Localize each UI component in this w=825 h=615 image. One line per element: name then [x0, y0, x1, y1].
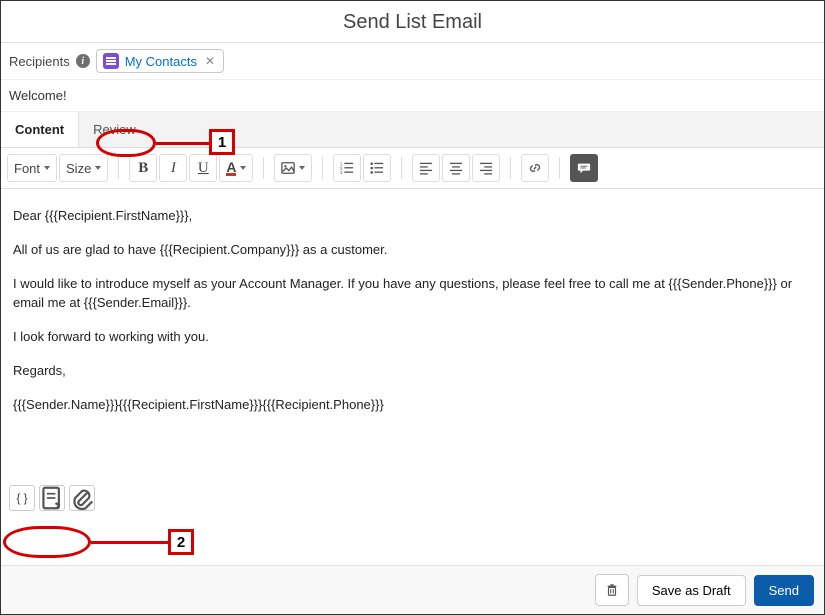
align-left-icon [419, 161, 433, 175]
image-icon [281, 161, 295, 175]
info-icon[interactable]: i [76, 54, 90, 68]
underline-button[interactable]: U [189, 154, 217, 182]
template-icon [40, 486, 64, 510]
align-right-button[interactable] [472, 154, 500, 182]
svg-text:3: 3 [340, 170, 343, 175]
callout-2: 2 [3, 526, 213, 562]
email-body-editor[interactable]: Dear {{{Recipient.FirstName}}}, All of u… [1, 189, 824, 479]
body-paragraph: I would like to introduce myself as your… [13, 275, 812, 311]
tabs: Content Review [1, 112, 824, 148]
image-button[interactable] [274, 154, 312, 182]
align-left-button[interactable] [412, 154, 440, 182]
save-as-draft-button[interactable]: Save as Draft [637, 575, 746, 606]
subject-field[interactable]: Welcome! [1, 80, 824, 112]
attachment-button[interactable] [69, 485, 95, 511]
body-paragraph: Dear {{{Recipient.FirstName}}}, [13, 207, 812, 225]
italic-button[interactable]: I [159, 154, 187, 182]
insert-toolbar: { } [1, 479, 824, 517]
send-button[interactable]: Send [754, 575, 814, 606]
remove-chip-icon[interactable]: ✕ [203, 54, 217, 68]
listview-icon [103, 53, 119, 69]
separator [263, 157, 264, 179]
bold-button[interactable]: B [129, 154, 157, 182]
body-paragraph: I look forward to working with you. [13, 328, 812, 346]
link-icon [528, 161, 542, 175]
footer: Save as Draft Send [1, 565, 824, 614]
recipients-row: Recipients i My Contacts ✕ [1, 43, 824, 80]
separator [401, 157, 402, 179]
dialog-title: Send List Email [1, 1, 824, 43]
body-paragraph: All of us are glad to have {{{Recipient.… [13, 241, 812, 259]
source-button[interactable] [570, 154, 598, 182]
paperclip-icon [70, 486, 94, 510]
bulleted-list-icon [370, 161, 384, 175]
align-right-icon [479, 161, 493, 175]
bulleted-list-button[interactable] [363, 154, 391, 182]
separator [559, 157, 560, 179]
editor-toolbar: Font Size B I U A 123 [1, 148, 824, 189]
size-dropdown[interactable]: Size [59, 154, 108, 182]
delete-button[interactable] [595, 574, 629, 606]
chat-icon [577, 161, 591, 175]
align-center-icon [449, 161, 463, 175]
numbered-list-icon: 123 [340, 161, 354, 175]
body-paragraph: Regards, [13, 362, 812, 380]
separator [118, 157, 119, 179]
recipient-chip-label: My Contacts [125, 54, 197, 69]
align-center-button[interactable] [442, 154, 470, 182]
separator [510, 157, 511, 179]
template-button[interactable] [39, 485, 65, 511]
text-color-button[interactable]: A [219, 154, 253, 182]
merge-field-button[interactable]: { } [9, 485, 35, 511]
body-paragraph: {{{Sender.Name}}}{{{Recipient.FirstName}… [13, 396, 812, 414]
recipient-chip[interactable]: My Contacts ✕ [96, 49, 224, 73]
link-button[interactable] [521, 154, 549, 182]
tab-review[interactable]: Review [79, 112, 150, 147]
recipients-label: Recipients [9, 54, 70, 69]
font-dropdown[interactable]: Font [7, 154, 57, 182]
trash-icon [605, 583, 619, 597]
separator [322, 157, 323, 179]
tab-content[interactable]: Content [1, 112, 79, 147]
numbered-list-button[interactable]: 123 [333, 154, 361, 182]
